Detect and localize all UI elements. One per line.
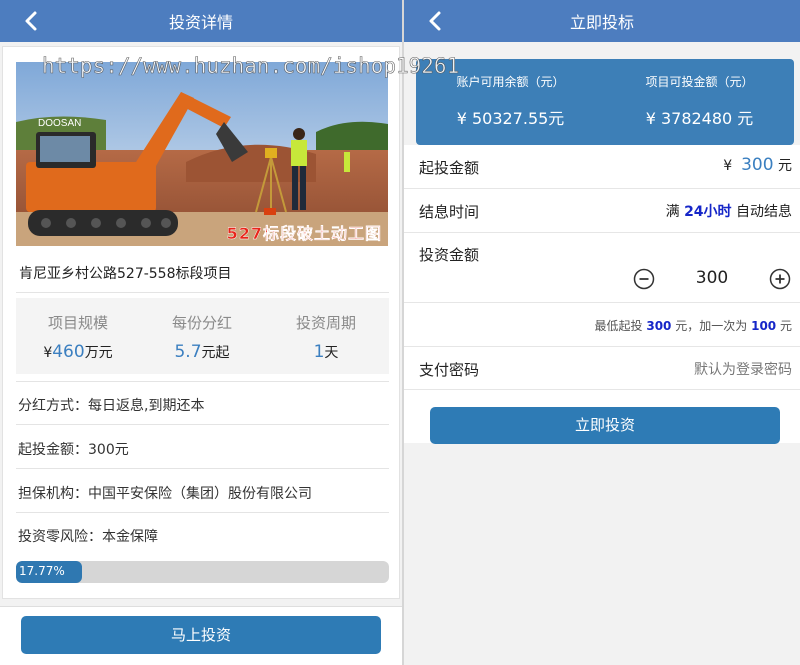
page-title: 投资详情: [168, 13, 233, 32]
submit-invest-button[interactable]: 立即投资: [430, 407, 780, 444]
stat-label: 投资周期: [295, 314, 356, 332]
photo-caption: 527标段破土动工图: [226, 224, 382, 243]
divider: [16, 381, 389, 382]
project-card: DOOSAN 527标段破土动工图 肯尼亚乡村公路527-558标段项目 项目规…: [2, 46, 400, 599]
min-invest-row: 起投金额 ¥ 300 元: [404, 145, 800, 189]
divider: [16, 424, 389, 425]
min-invest-value: ¥ 300 元: [723, 155, 792, 175]
invest-now-button[interactable]: 马上投资: [21, 616, 381, 654]
svg-text:DOOSAN: DOOSAN: [38, 118, 81, 129]
stat-value: ¥460万元: [43, 342, 113, 362]
project-name: 肯尼亚乡村公路527-558标段项目: [19, 266, 232, 282]
bid-panel: 立即投标 账户可用余额（元） ¥ 50327.55元 项目可投金额（元） ¥ 3…: [404, 0, 800, 665]
back-arrow-icon[interactable]: [20, 9, 44, 33]
detail-navbar: 投资详情: [0, 0, 402, 42]
password-row: 支付密码 默认为登录密码: [404, 347, 800, 390]
investment-detail-panel: 投资详情 DOOSAN 527标段破土动工图 肯尼亚乡村公路527-558标段项…: [0, 0, 402, 665]
risk-info: 投资零风险：本金保障: [18, 529, 158, 545]
dividend-method: 分红方式：每日返息,到期还本: [18, 398, 205, 414]
stat-scale: 项目规模 ¥460万元: [16, 298, 140, 374]
project-available-label: 项目可投金额（元）: [645, 75, 754, 89]
funding-progress-bar: 17.77%: [16, 561, 389, 583]
watermark-text: https://www.huzhan.com/ishop19261: [42, 54, 460, 79]
invest-hint: 最低起投 300 元，加一次为 100 元: [594, 319, 792, 333]
stat-dividend: 每份分红 5.7元起: [140, 298, 264, 374]
settle-label: 结息时间: [419, 203, 480, 221]
divider: [16, 512, 389, 513]
settle-value: 满 24小时 自动结息: [665, 204, 792, 220]
minus-circle-icon[interactable]: [633, 268, 655, 290]
stat-value: 5.7元起: [174, 342, 230, 362]
min-invest-label: 起投金额: [419, 159, 480, 177]
project-photo: DOOSAN 527标段破土动工图: [16, 62, 388, 246]
bid-navbar: 立即投标: [404, 0, 800, 42]
plus-circle-icon[interactable]: [769, 268, 791, 290]
min-investment: 起投金额：300元: [18, 442, 129, 458]
balance-card: 账户可用余额（元） ¥ 50327.55元 项目可投金额（元） ¥ 378248…: [416, 59, 794, 145]
hint-row: 最低起投 300 元，加一次为 100 元: [404, 303, 800, 347]
amount-label: 投资金额: [419, 246, 480, 264]
page-title: 立即投标: [569, 13, 634, 32]
divider: [16, 292, 389, 293]
project-available-value: ¥ 3782480 元: [645, 109, 754, 128]
settle-row: 结息时间 满 24小时 自动结息: [404, 189, 800, 233]
password-label: 支付密码: [419, 361, 480, 379]
divider: [16, 468, 389, 469]
account-balance-value: ¥ 50327.55元: [456, 109, 565, 128]
back-arrow-icon[interactable]: [424, 9, 448, 33]
stat-period: 投资周期 1天: [264, 298, 388, 374]
progress-text: 17.77%: [19, 564, 65, 578]
guarantor: 担保机构：中国平安保险（集团）股份有限公司: [18, 486, 312, 502]
bottom-bar: 马上投资: [0, 606, 402, 665]
stats-panel: 项目规模 ¥460万元 每份分红 5.7元起 投资周期 1天: [16, 298, 389, 374]
stat-label: 项目规模: [47, 314, 108, 332]
password-field[interactable]: 默认为登录密码: [694, 359, 792, 379]
stat-label: 每份分红: [171, 314, 232, 332]
stat-value: 1天: [313, 342, 339, 362]
amount-input[interactable]: 300: [680, 268, 744, 288]
